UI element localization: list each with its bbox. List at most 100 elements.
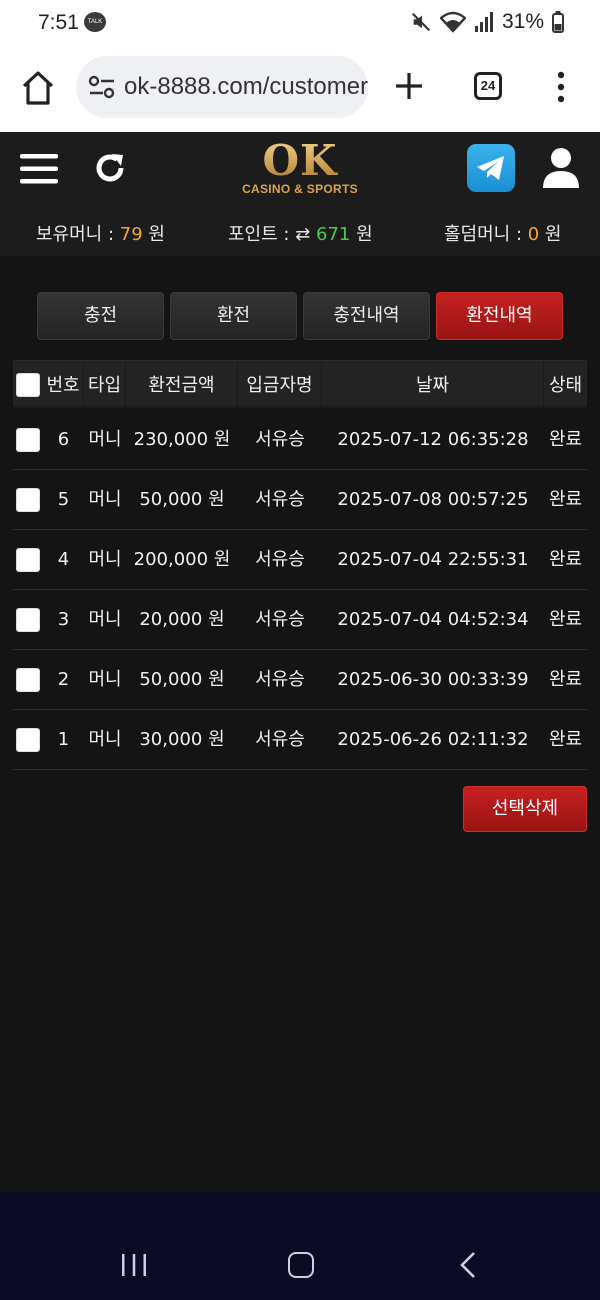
row-checkbox[interactable]	[16, 428, 40, 452]
table-row: 4 머니 200,000 원 서유승 2025-07-04 22:55:31 완료	[13, 530, 587, 590]
tab-switcher-button[interactable]: 24	[474, 72, 502, 100]
battery-percent: 31%	[501, 10, 544, 33]
cell-date: 2025-07-12 06:35:28	[337, 429, 529, 450]
header-number: 번호	[43, 361, 84, 411]
signal-icon	[474, 12, 493, 32]
cell-number: 4	[57, 549, 70, 570]
header-date: 날짜	[322, 361, 544, 411]
cell-status: 완료	[548, 669, 583, 690]
status-time: 7:51	[38, 11, 79, 34]
tab-deposit-history[interactable]: 충전내역	[303, 292, 430, 340]
hamburger-menu-icon[interactable]	[20, 152, 58, 186]
cell-type: 머니	[88, 429, 122, 450]
site-settings-icon[interactable]	[88, 74, 116, 100]
tab-withdraw-history[interactable]: 환전내역	[436, 292, 563, 340]
withdraw-history-table: 번호 타입 환전금액 입금자명 날짜 상태 6 머니 230,000 원 서유승 202…	[13, 360, 587, 770]
cell-type: 머니	[88, 729, 122, 750]
delete-selected-button[interactable]: 선택삭제	[463, 786, 587, 832]
mute-icon	[411, 12, 430, 32]
point-balance: 포인트 : ⇄ 671 원	[228, 224, 373, 245]
table-header: 번호 타입 환전금액 입금자명 날짜 상태	[13, 360, 587, 411]
cell-depositor: 서유승	[255, 489, 305, 510]
site-header: OK CASINO & SPORTS 보유머니 : 79 원 포인트 : ⇄ 6…	[0, 132, 600, 256]
point-transfer-icon[interactable]: ⇄	[295, 224, 310, 245]
user-profile-icon[interactable]	[541, 146, 581, 190]
cell-number: 2	[57, 669, 70, 690]
cell-amount: 20,000 원	[139, 609, 225, 630]
url-bar[interactable]: ok-8888.com/customer	[76, 56, 368, 118]
tab-withdraw[interactable]: 환전	[170, 292, 297, 340]
cell-depositor: 서유승	[255, 729, 305, 750]
select-all-checkbox[interactable]	[16, 373, 40, 397]
table-row: 6 머니 230,000 원 서유승 2025-07-12 06:35:28 완료	[13, 410, 587, 470]
header-type: 타입	[84, 361, 126, 411]
browser-toolbar: ok-8888.com/customer 24	[0, 48, 600, 132]
url-text[interactable]: ok-8888.com/customer	[124, 73, 368, 101]
cell-type: 머니	[88, 609, 122, 630]
cell-status: 완료	[548, 609, 583, 630]
header-amount: 환전금액	[126, 361, 238, 411]
holdem-value: 0	[527, 224, 540, 245]
cell-depositor: 서유승	[255, 669, 305, 690]
site-logo[interactable]: OK CASINO & SPORTS	[230, 138, 370, 206]
tab-deposit[interactable]: 충전	[37, 292, 164, 340]
cell-date: 2025-07-08 00:57:25	[337, 489, 529, 510]
battery-icon	[552, 11, 564, 33]
cell-date: 2025-07-04 22:55:31	[337, 549, 529, 570]
back-icon[interactable]	[458, 1250, 478, 1280]
more-menu-icon[interactable]	[552, 70, 570, 104]
logo-subtitle: CASINO & SPORTS	[242, 182, 358, 196]
cell-depositor: 서유승	[255, 609, 305, 630]
cell-type: 머니	[88, 489, 122, 510]
point-value: 671	[316, 224, 351, 245]
row-checkbox[interactable]	[16, 488, 40, 512]
cell-amount: 30,000 원	[139, 729, 225, 750]
table-row: 5 머니 50,000 원 서유승 2025-07-08 00:57:25 완료	[13, 470, 587, 530]
wallet-tabs: 충전 환전 충전내역 환전내역	[37, 292, 563, 340]
new-tab-plus-icon[interactable]	[393, 70, 425, 102]
table-row: 2 머니 50,000 원 서유승 2025-06-30 00:33:39 완료	[13, 650, 587, 710]
cell-date: 2025-07-04 04:52:34	[337, 609, 529, 630]
table-row: 3 머니 20,000 원 서유승 2025-07-04 04:52:34 완료	[13, 590, 587, 650]
header-status: 상태	[548, 375, 583, 396]
cell-amount: 50,000 원	[139, 489, 225, 510]
cell-amount: 230,000 원	[133, 429, 231, 450]
recent-apps-icon[interactable]	[120, 1252, 148, 1278]
cell-status: 완료	[548, 549, 583, 570]
refresh-icon[interactable]	[92, 150, 128, 186]
row-checkbox[interactable]	[16, 668, 40, 692]
money-value: 79	[119, 224, 143, 245]
row-checkbox[interactable]	[16, 608, 40, 632]
cell-number: 1	[57, 729, 70, 750]
kakaotalk-notification-icon: TALK	[84, 12, 106, 32]
row-checkbox[interactable]	[16, 728, 40, 752]
cell-amount: 50,000 원	[139, 669, 225, 690]
cell-depositor: 서유승	[255, 429, 305, 450]
cell-date: 2025-06-26 02:11:32	[337, 729, 529, 750]
nav-home-icon[interactable]	[288, 1252, 314, 1278]
table-row: 1 머니 30,000 원 서유승 2025-06-26 02:11:32 완료	[13, 710, 587, 770]
telegram-icon[interactable]	[467, 144, 515, 192]
logo-text: OK	[230, 138, 370, 184]
cell-status: 완료	[548, 489, 583, 510]
cell-type: 머니	[88, 669, 122, 690]
cell-depositor: 서유승	[255, 549, 305, 570]
cell-number: 6	[57, 429, 70, 450]
cell-type: 머니	[88, 549, 122, 570]
system-nav-bar	[0, 1192, 600, 1300]
wifi-icon	[439, 11, 466, 33]
cell-date: 2025-06-30 00:33:39	[337, 669, 529, 690]
cell-amount: 200,000 원	[133, 549, 231, 570]
holdem-balance: 홀덤머니 : 0 원	[444, 224, 562, 245]
home-icon[interactable]	[20, 68, 56, 108]
header-depositor: 입금자명	[238, 361, 322, 411]
cell-status: 완료	[548, 429, 583, 450]
row-checkbox[interactable]	[16, 548, 40, 572]
cell-status: 완료	[548, 729, 583, 750]
cell-number: 5	[57, 489, 70, 510]
money-balance: 보유머니 : 79 원	[36, 224, 165, 245]
status-bar: 7:51 TALK 31%	[0, 0, 600, 48]
table-body: 6 머니 230,000 원 서유승 2025-07-12 06:35:28 완료 5 머니 5…	[13, 410, 587, 770]
status-icons: 31%	[410, 10, 564, 34]
cell-number: 3	[57, 609, 70, 630]
